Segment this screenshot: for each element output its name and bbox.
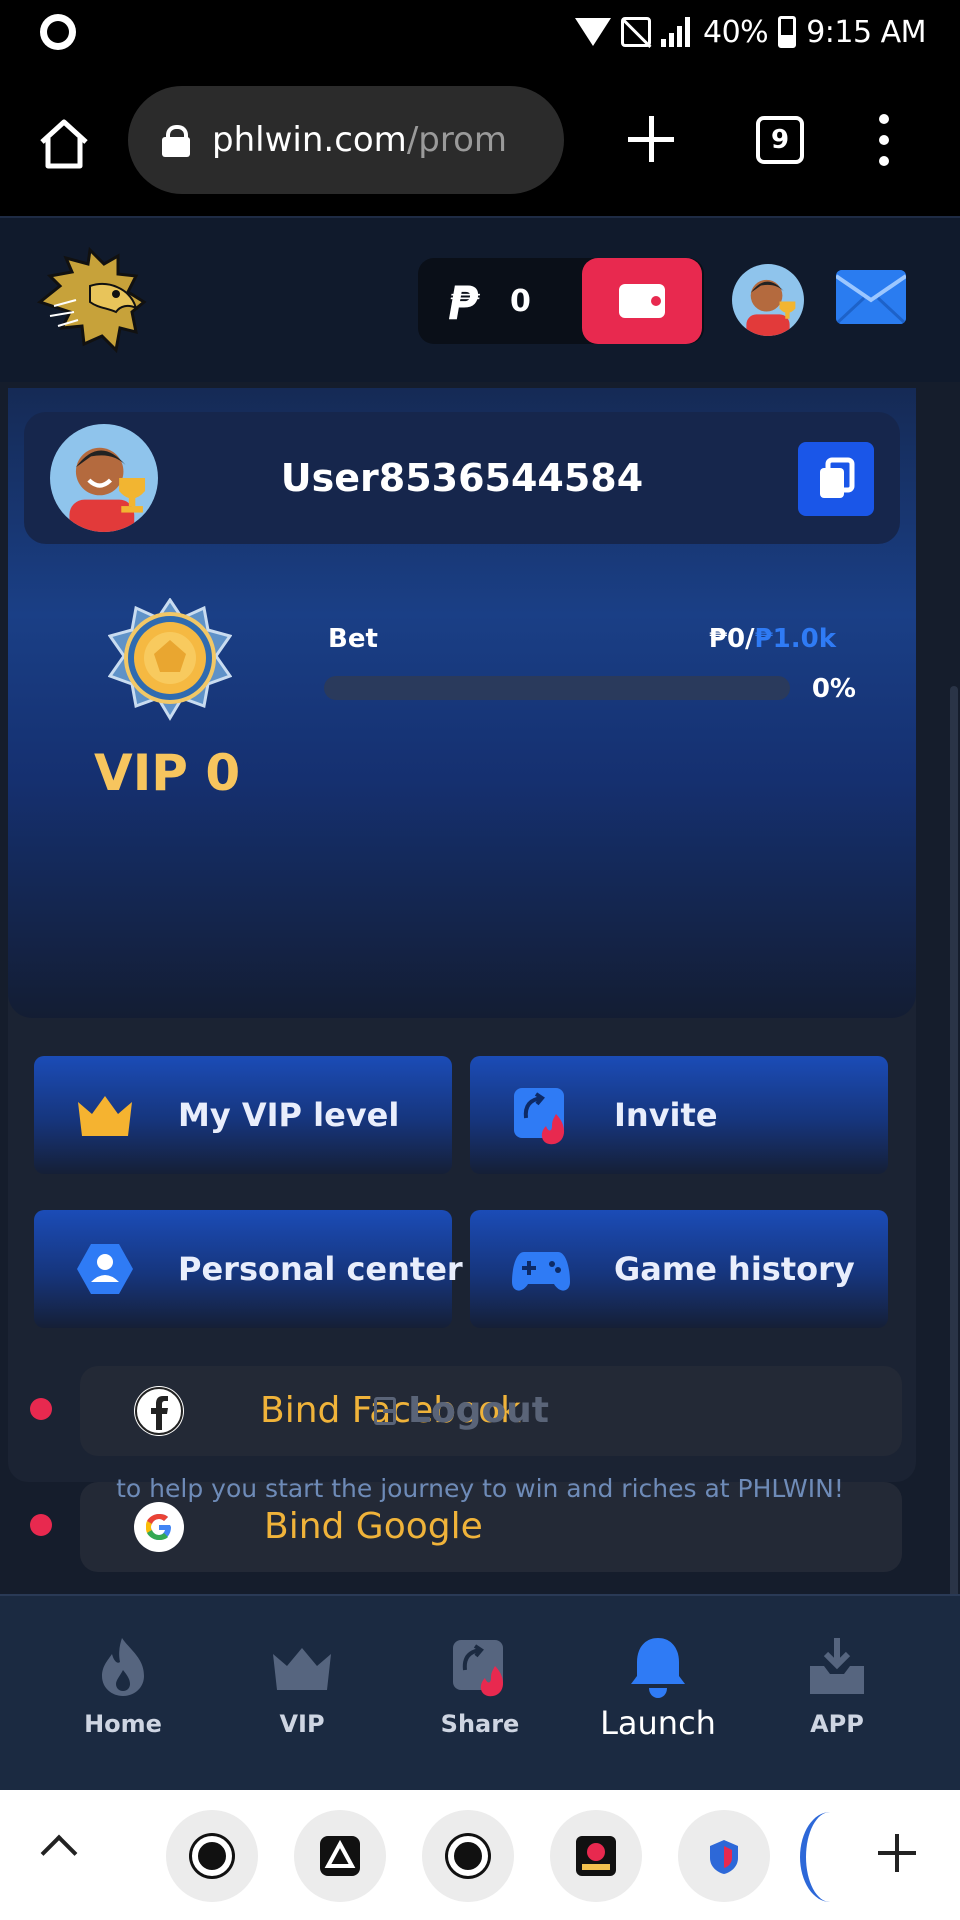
globe-icon [448, 1836, 488, 1876]
chevron-up-icon[interactable] [40, 1834, 78, 1872]
nav-share[interactable]: Share [405, 1636, 555, 1738]
browser-toolbar: phlwin.com /prom 9 [0, 64, 960, 216]
vip-badge [107, 597, 233, 722]
browser-tab-strip [0, 1790, 960, 1920]
mail-button[interactable] [836, 270, 906, 324]
promo-footer-text: to help you start the journey to win and… [116, 1474, 844, 1503]
web-page: ₱ 0 User8536544584 VIP 0 Bet ₱0/₱1.0k 0%… [0, 216, 960, 1790]
user-hexagon-icon [74, 1238, 136, 1300]
tab-bubble-5[interactable] [678, 1810, 770, 1902]
bet-progress-bar [324, 676, 790, 700]
browser-menu-button[interactable] [876, 114, 892, 166]
loading-indicator [800, 1812, 860, 1902]
clock: 9:15 AM [806, 14, 926, 50]
nav-launch[interactable]: Launch [583, 1636, 733, 1742]
cell-signal-icon [661, 17, 693, 47]
wallet-button[interactable] [582, 258, 702, 344]
logout-label: Logout [408, 1390, 550, 1431]
status-bar: 40% 9:15 AM [0, 0, 960, 64]
bell-icon [627, 1636, 689, 1698]
tile-game-history[interactable]: Game history [470, 1210, 888, 1328]
tab-bubble-4[interactable] [550, 1810, 642, 1902]
copy-icon [820, 457, 855, 498]
top-slot-icon [576, 1836, 616, 1876]
avatar-icon [732, 264, 804, 336]
vip-medal-icon [107, 597, 233, 721]
profile-panel: User8536544584 VIP 0 Bet ₱0/₱1.0k 0% My … [8, 388, 916, 1572]
notification-icon [40, 14, 76, 50]
url-host: phlwin.com [212, 120, 407, 160]
username: User8536544584 [280, 456, 644, 500]
address-bar[interactable]: phlwin.com /prom [128, 86, 564, 194]
vip-panel: User8536544584 VIP 0 Bet ₱0/₱1.0k 0% [8, 388, 916, 1018]
logout-icon [374, 1396, 396, 1425]
bet-current: ₱0/ [708, 624, 755, 654]
home-icon [40, 119, 88, 169]
bet-progress-percent: 0% [811, 674, 856, 704]
nav-label: Launch [600, 1704, 716, 1742]
vip-level-label: VIP 0 [94, 744, 241, 802]
site-logo[interactable] [32, 246, 148, 356]
peso-icon: ₱ [448, 276, 481, 330]
globe-icon [192, 1836, 232, 1876]
google-unbound-dot [30, 1514, 52, 1536]
eagle-logo-icon [36, 246, 147, 354]
download-icon [806, 1636, 868, 1698]
envelope-icon [836, 270, 906, 324]
wifi-icon [575, 18, 611, 46]
home-button[interactable] [36, 116, 92, 172]
bet-amount: ₱0/₱1.0k [709, 624, 836, 654]
nav-home[interactable]: Home [48, 1636, 198, 1738]
no-sim-icon [621, 17, 651, 47]
bind-google-label: Bind Google [264, 1506, 483, 1547]
new-tab-button[interactable] [628, 116, 674, 162]
header-avatar[interactable] [732, 264, 804, 336]
tab-bubble-3[interactable] [422, 1810, 514, 1902]
tab-switcher-button[interactable]: 9 [756, 116, 804, 164]
site-header: ₱ 0 [0, 216, 960, 382]
tile-my-vip-level[interactable]: My VIP level [34, 1056, 452, 1174]
tile-label: My VIP level [178, 1096, 400, 1134]
bottom-nav: Home VIP Share Launch APP [0, 1594, 960, 1790]
bet-label: Bet [328, 624, 378, 654]
wallet-icon [619, 284, 665, 318]
status-icons: 40% 9:15 AM [575, 10, 926, 54]
battery-icon [778, 16, 797, 48]
add-tab-button[interactable] [878, 1834, 916, 1872]
flame-icon [92, 1636, 154, 1698]
nav-app[interactable]: APP [762, 1636, 912, 1738]
tile-personal-center[interactable]: Personal center [34, 1210, 463, 1328]
gamepad-icon [510, 1238, 572, 1300]
invite-icon [510, 1084, 572, 1146]
logout-button[interactable]: Logout [374, 1390, 549, 1431]
tab-bubble-2[interactable] [294, 1810, 386, 1902]
nav-label: VIP [279, 1710, 325, 1738]
copy-username-button[interactable] [798, 442, 874, 516]
nav-label: Share [440, 1710, 520, 1738]
nav-vip[interactable]: VIP [227, 1636, 377, 1738]
facebook-unbound-dot [30, 1398, 52, 1420]
share-icon [449, 1636, 511, 1698]
balance-value: 0 [510, 284, 531, 319]
lock-icon [162, 125, 190, 157]
nav-label: Home [84, 1710, 162, 1738]
tile-label: Personal center [178, 1250, 463, 1288]
url-path: /prom [406, 120, 508, 160]
google-icon [134, 1502, 184, 1552]
tab-bubble-1[interactable] [166, 1810, 258, 1902]
tile-label: Game history [614, 1250, 855, 1288]
crown-icon [271, 1636, 333, 1698]
battery-percent: 40% [703, 14, 769, 50]
bet-target: ₱1.0k [754, 624, 836, 654]
nav-label: APP [810, 1710, 864, 1738]
facebook-icon [134, 1386, 184, 1436]
user-card: User8536544584 [24, 412, 900, 544]
shield-app-icon [710, 1840, 738, 1874]
tile-label: Invite [614, 1096, 718, 1134]
tile-invite[interactable]: Invite [470, 1056, 888, 1174]
scrollbar[interactable] [950, 686, 958, 1686]
triangle-app-icon [320, 1836, 360, 1876]
crown-icon [74, 1084, 136, 1146]
